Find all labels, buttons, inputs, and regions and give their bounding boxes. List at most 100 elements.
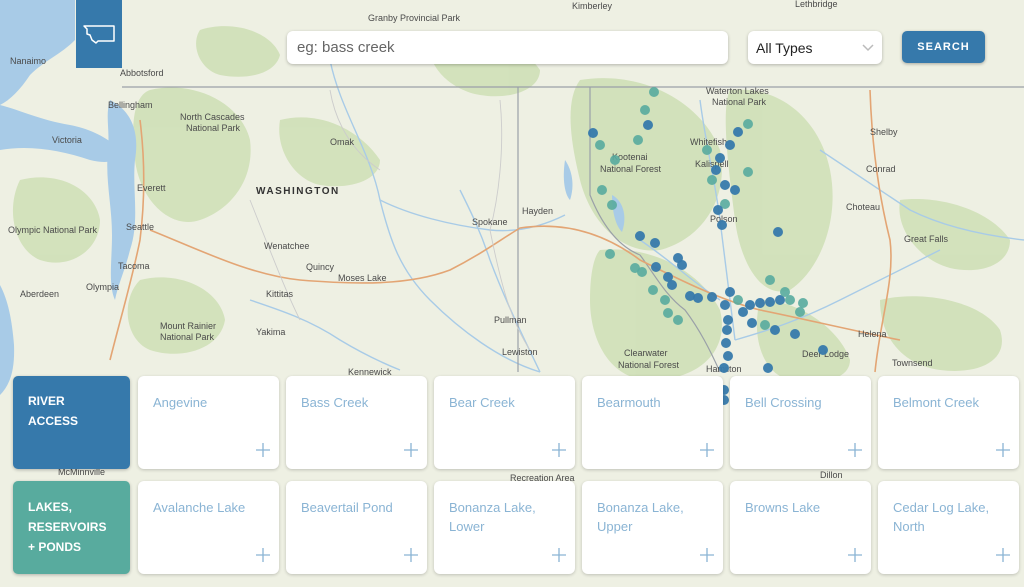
map-marker[interactable] <box>595 140 605 150</box>
map-marker[interactable] <box>765 297 775 307</box>
map-marker[interactable] <box>702 145 712 155</box>
site-card-bearmouth[interactable]: Bearmouth <box>582 376 723 469</box>
site-card-belmont-creek[interactable]: Belmont Creek <box>878 376 1019 469</box>
svg-text:Lethbridge: Lethbridge <box>795 0 838 9</box>
site-card-cedar-log-lake-north[interactable]: Cedar Log Lake, North <box>878 481 1019 574</box>
map-marker[interactable] <box>673 315 683 325</box>
map-marker[interactable] <box>715 153 725 163</box>
plus-icon[interactable] <box>848 443 862 457</box>
map-marker[interactable] <box>743 167 753 177</box>
map-marker[interactable] <box>717 220 727 230</box>
map-marker[interactable] <box>605 249 615 259</box>
plus-icon[interactable] <box>256 548 270 562</box>
search-button[interactable]: SEARCH <box>902 31 985 63</box>
map-marker[interactable] <box>650 238 660 248</box>
map-marker[interactable] <box>597 185 607 195</box>
site-card-angevine[interactable]: Angevine <box>138 376 279 469</box>
map-marker[interactable] <box>640 105 650 115</box>
map-marker[interactable] <box>607 200 617 210</box>
map-marker[interactable] <box>711 165 721 175</box>
plus-icon[interactable] <box>404 548 418 562</box>
site-card-avalanche-lake[interactable]: Avalanche Lake <box>138 481 279 574</box>
map-marker[interactable] <box>707 292 717 302</box>
plus-icon[interactable] <box>552 443 566 457</box>
map-marker[interactable] <box>725 287 735 297</box>
map-marker[interactable] <box>725 140 735 150</box>
map-marker[interactable] <box>649 87 659 97</box>
map-marker[interactable] <box>738 307 748 317</box>
map-marker[interactable] <box>818 345 828 355</box>
svg-text:Helena: Helena <box>858 329 887 339</box>
site-name: Avalanche Lake <box>153 500 246 515</box>
map-marker[interactable] <box>663 308 673 318</box>
map-marker[interactable] <box>693 293 703 303</box>
svg-text:Conrad: Conrad <box>866 164 896 174</box>
map-marker[interactable] <box>760 320 770 330</box>
svg-text:Moses Lake: Moses Lake <box>338 273 387 283</box>
category-lakes-reservoirs-ponds[interactable]: LAKES, RESERVOIRS + PONDS <box>13 481 130 574</box>
search-input[interactable] <box>287 31 728 64</box>
map-marker[interactable] <box>723 315 733 325</box>
map-marker[interactable] <box>677 260 687 270</box>
svg-text:National Forest: National Forest <box>600 164 662 174</box>
map-marker[interactable] <box>719 363 729 373</box>
map-marker[interactable] <box>713 205 723 215</box>
site-card-bass-creek[interactable]: Bass Creek <box>286 376 427 469</box>
plus-icon[interactable] <box>404 443 418 457</box>
map-marker[interactable] <box>733 295 743 305</box>
map-marker[interactable] <box>722 325 732 335</box>
site-card-bonanza-lake-upper[interactable]: Bonanza Lake, Upper <box>582 481 723 574</box>
plus-icon[interactable] <box>848 548 862 562</box>
svg-text:Hayden: Hayden <box>522 206 553 216</box>
site-card-bear-creek[interactable]: Bear Creek <box>434 376 575 469</box>
map-marker[interactable] <box>780 287 790 297</box>
map-marker[interactable] <box>743 119 753 129</box>
site-card-bonanza-lake-lower[interactable]: Bonanza Lake, Lower <box>434 481 575 574</box>
map-marker[interactable] <box>798 298 808 308</box>
site-name: Beavertail Pond <box>301 500 393 515</box>
plus-icon[interactable] <box>996 548 1010 562</box>
map-marker[interactable] <box>667 280 677 290</box>
map-marker[interactable] <box>763 363 773 373</box>
type-select[interactable]: All Types <box>748 31 882 64</box>
map-marker[interactable] <box>770 325 780 335</box>
map-marker[interactable] <box>643 120 653 130</box>
map-marker[interactable] <box>721 338 731 348</box>
map-marker[interactable] <box>635 231 645 241</box>
map-marker[interactable] <box>637 267 647 277</box>
montana-logo-tab[interactable] <box>76 0 122 68</box>
map-marker[interactable] <box>733 127 743 137</box>
map-marker[interactable] <box>723 351 733 361</box>
map-marker[interactable] <box>660 295 670 305</box>
svg-text:Aberdeen: Aberdeen <box>20 289 59 299</box>
site-card-browns-lake[interactable]: Browns Lake <box>730 481 871 574</box>
plus-icon[interactable] <box>700 443 714 457</box>
map-marker[interactable] <box>588 128 598 138</box>
category-river-access[interactable]: RIVER ACCESS <box>13 376 130 469</box>
site-card-beavertail-pond[interactable]: Beavertail Pond <box>286 481 427 574</box>
map-marker[interactable] <box>633 135 643 145</box>
map-marker[interactable] <box>765 275 775 285</box>
plus-icon[interactable] <box>552 548 566 562</box>
map-marker[interactable] <box>720 300 730 310</box>
map-marker[interactable] <box>610 155 620 165</box>
plus-icon[interactable] <box>256 443 270 457</box>
svg-text:Granby Provincial Park: Granby Provincial Park <box>368 13 461 23</box>
map-marker[interactable] <box>773 227 783 237</box>
map-marker[interactable] <box>790 329 800 339</box>
map-marker[interactable] <box>755 298 765 308</box>
map-marker[interactable] <box>795 307 805 317</box>
svg-text:Pullman: Pullman <box>494 315 527 325</box>
svg-text:Omak: Omak <box>330 137 355 147</box>
plus-icon[interactable] <box>996 443 1010 457</box>
map-marker[interactable] <box>720 180 730 190</box>
map-marker[interactable] <box>651 262 661 272</box>
svg-text:Bellingham: Bellingham <box>108 100 153 110</box>
map-marker[interactable] <box>747 318 757 328</box>
state-label: WASHINGTON <box>256 186 340 197</box>
map-marker[interactable] <box>730 185 740 195</box>
site-card-bell-crossing[interactable]: Bell Crossing <box>730 376 871 469</box>
map-marker[interactable] <box>648 285 658 295</box>
plus-icon[interactable] <box>700 548 714 562</box>
map-marker[interactable] <box>707 175 717 185</box>
